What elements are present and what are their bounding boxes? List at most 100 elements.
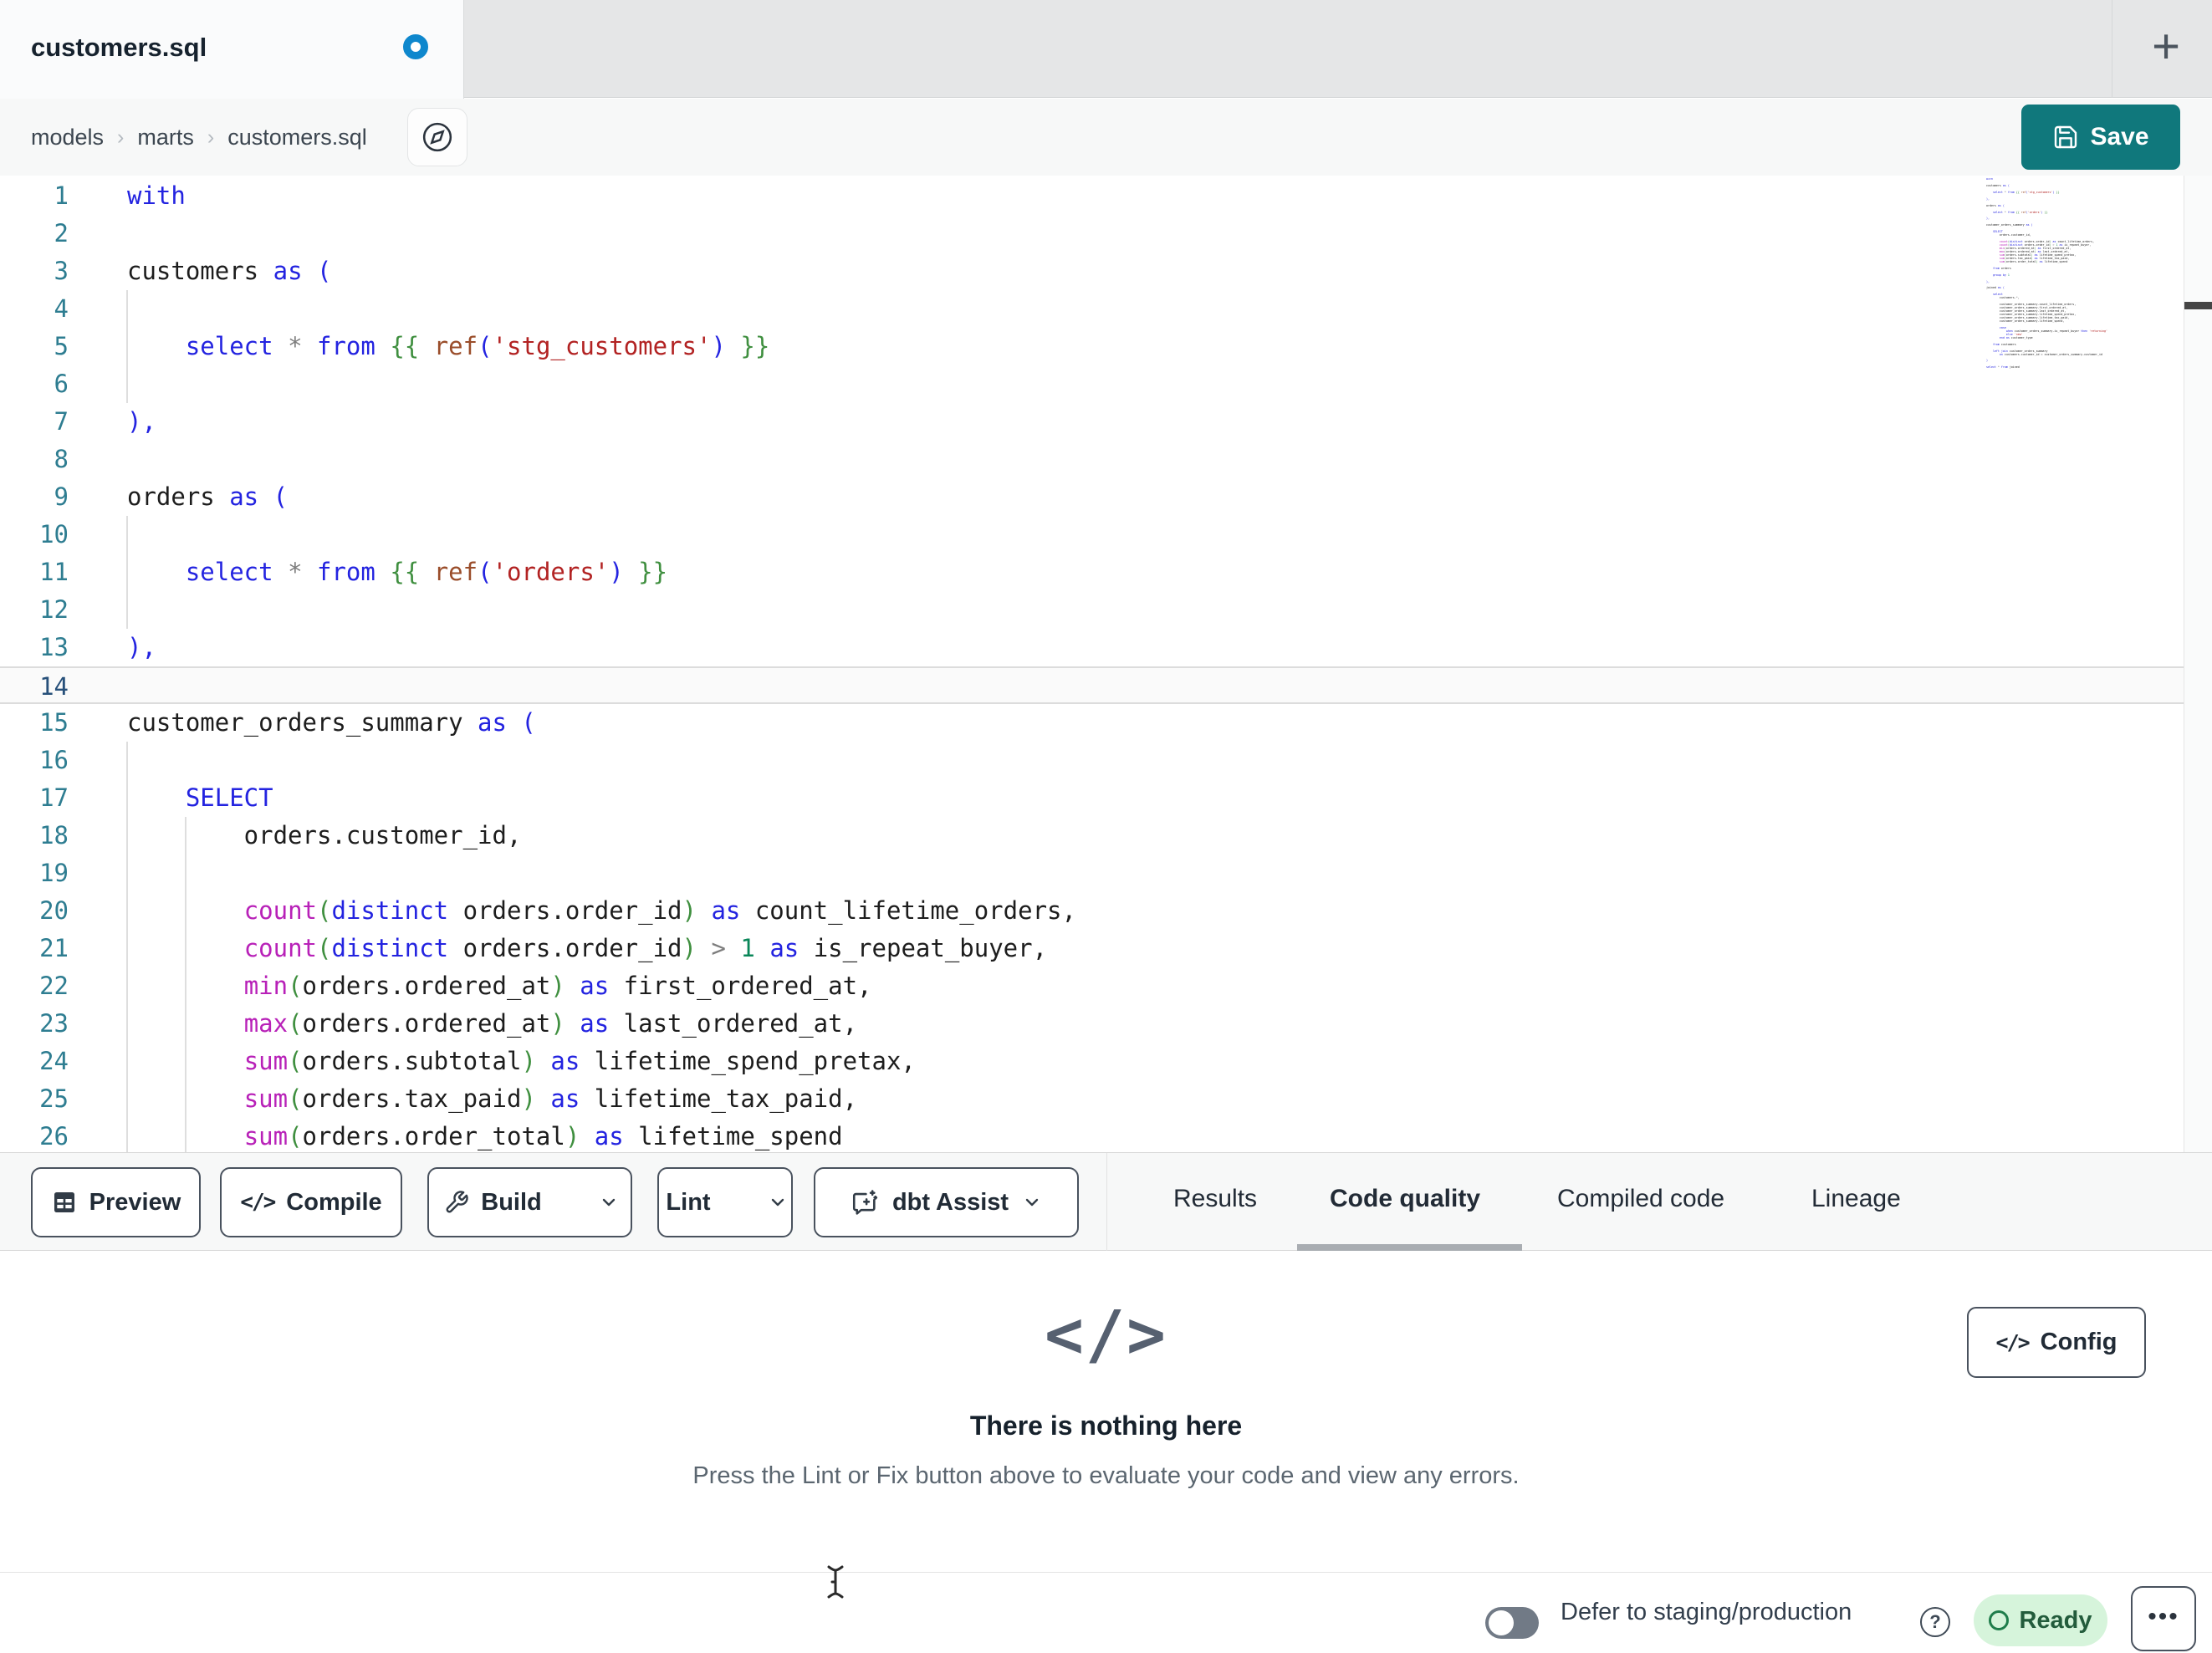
status-badge: Ready <box>1974 1594 2107 1646</box>
code-line[interactable]: 17 SELECT <box>0 779 2184 817</box>
line-number: 7 <box>54 407 69 436</box>
code-line[interactable]: 9 orders as ( <box>0 478 2184 516</box>
line-number: 21 <box>39 934 69 962</box>
breadcrumb-row: models › marts › customers.sql Save <box>0 99 2212 176</box>
more-options-button[interactable]: ••• <box>2131 1586 2196 1651</box>
tab-customers-sql[interactable]: customers.sql <box>0 0 464 99</box>
code-line[interactable]: 11 select * from {{ ref('orders') }} <box>0 554 2184 591</box>
chevron-down-icon <box>1025 1198 1039 1207</box>
line-number: 8 <box>54 445 69 473</box>
code-line-text: customer_orders_summary as ( <box>127 708 536 737</box>
code-line-text: with <box>127 181 186 210</box>
code-line-text: count(distinct orders.order_id) > 1 as i… <box>243 934 1048 962</box>
build-button[interactable]: Build <box>426 1169 560 1236</box>
code-line[interactable]: 18 orders.customer_id, <box>0 817 2184 855</box>
code-line[interactable]: 6 <box>0 365 2184 403</box>
lint-button-label: Lint <box>666 1188 711 1216</box>
defer-toggle[interactable] <box>1485 1607 1539 1639</box>
code-line[interactable]: 22 min(orders.ordered_at) as first_order… <box>0 967 2184 1005</box>
code-line[interactable]: 13), <box>0 629 2184 666</box>
editor-scrollbar[interactable] <box>2184 176 2212 1152</box>
code-line[interactable]: 1 with <box>0 177 2184 215</box>
line-number: 6 <box>54 370 69 398</box>
ready-label: Ready <box>2019 1606 2092 1634</box>
code-line-text: count(distinct orders.order_id) as count… <box>243 896 1076 925</box>
line-number: 20 <box>39 896 69 925</box>
table-icon <box>54 1192 74 1212</box>
action-toolbar: Preview </> Compile Build Lint dbt Assis… <box>0 1152 2212 1251</box>
code-line-text: orders as ( <box>127 482 289 511</box>
code-line[interactable]: 7), <box>0 403 2184 441</box>
code-line[interactable]: 3 customers as ( <box>0 253 2184 290</box>
build-split-button: Build <box>427 1167 632 1237</box>
empty-state-title: There is nothing here <box>969 1411 1243 1441</box>
code-line[interactable]: 14 <box>0 666 2184 704</box>
code-line[interactable]: 4 <box>0 290 2184 328</box>
wrench-icon <box>446 1191 468 1213</box>
code-line[interactable]: 2 <box>0 215 2184 253</box>
breadcrumb-separator: › <box>207 125 215 149</box>
line-number: 26 <box>39 1122 69 1150</box>
dbt-assist-button[interactable]: dbt Assist <box>814 1167 1079 1237</box>
question-circle-icon[interactable]: ? <box>1920 1607 1950 1637</box>
tab-results[interactable]: Results <box>1173 1153 1257 1251</box>
line-number: 14 <box>39 672 69 701</box>
code-line-text: select * from {{ ref('stg_customers') }} <box>185 332 770 360</box>
code-line[interactable]: 5 select * from {{ ref('stg_customers') … <box>0 328 2184 365</box>
preview-button-label: Preview <box>89 1188 181 1216</box>
code-line-text: ), <box>127 407 156 436</box>
code-brackets-icon: </> <box>1995 1330 2031 1355</box>
status-bar: Defer to staging/production ? Ready ••• <box>0 1572 2212 1653</box>
code-line[interactable]: 20 count(distinct orders.order_id) as co… <box>0 892 2184 930</box>
line-number: 10 <box>39 520 69 548</box>
code-line[interactable]: 8 <box>0 441 2184 478</box>
save-button[interactable]: Save <box>2021 105 2180 170</box>
code-line[interactable]: 10 <box>0 516 2184 554</box>
tab-code-quality[interactable]: Code quality <box>1330 1153 1480 1251</box>
breadcrumb-item-models[interactable]: models <box>31 125 104 151</box>
code-brackets-icon: </> <box>240 1190 276 1215</box>
ready-ring-icon <box>1989 1610 2010 1630</box>
lint-dropdown-button[interactable] <box>753 1169 803 1236</box>
preview-button[interactable]: Preview <box>31 1167 201 1237</box>
line-number: 25 <box>39 1084 69 1113</box>
breadcrumb-item-marts[interactable]: marts <box>137 125 194 151</box>
code-line[interactable]: 19 <box>0 855 2184 892</box>
line-number: 5 <box>54 332 69 360</box>
code-line[interactable]: 23 max(orders.ordered_at) as last_ordere… <box>0 1005 2184 1043</box>
code-line[interactable]: 16 <box>0 742 2184 779</box>
toggle-knob <box>1489 1610 1514 1635</box>
lint-button[interactable]: Lint <box>647 1169 728 1236</box>
line-number: 9 <box>54 482 69 511</box>
defer-label: Defer to staging/production <box>1561 1599 1852 1625</box>
config-button[interactable]: </> Config <box>1967 1307 2146 1378</box>
tab-lineage[interactable]: Lineage <box>1811 1153 1901 1251</box>
tab-compiled-code[interactable]: Compiled code <box>1557 1153 1724 1251</box>
new-tab-button[interactable]: + <box>2131 12 2201 85</box>
code-editor[interactable]: 1 with 2 3 customers as ( 4 5 select * from {{… <box>0 177 2184 1152</box>
chevron-down-icon <box>771 1198 784 1207</box>
code-line[interactable]: 12 <box>0 591 2184 629</box>
code-line[interactable]: 24 sum(orders.subtotal) as lifetime_spen… <box>0 1043 2184 1080</box>
code-line[interactable]: 21 count(distinct orders.order_id) > 1 a… <box>0 930 2184 967</box>
save-button-label: Save <box>2090 123 2149 151</box>
code-line-text: max(orders.ordered_at) as last_ordered_a… <box>243 1009 858 1038</box>
chat-sparkle-icon <box>852 1190 878 1215</box>
compile-button[interactable]: </> Compile <box>220 1167 402 1237</box>
config-button-label: Config <box>2040 1329 2117 1355</box>
code-line-text: SELECT <box>185 783 273 812</box>
file-navigate-button[interactable] <box>407 108 467 166</box>
code-line-text: sum(orders.tax_paid) as lifetime_tax_pai… <box>243 1084 858 1113</box>
editor-tab-strip: customers.sql + <box>0 0 2212 99</box>
minimap[interactable]: with customers as ( select * from {{ ref… <box>1986 178 2184 375</box>
breadcrumb: models › marts › customers.sql <box>31 99 367 176</box>
line-number: 22 <box>39 972 69 1000</box>
code-line[interactable]: 26 sum(orders.order_total) as lifetime_s… <box>0 1118 2184 1152</box>
code-line-text: min(orders.ordered_at) as first_ordered_… <box>243 972 872 1000</box>
code-line[interactable]: 15 customer_orders_summary as ( <box>0 704 2184 742</box>
scrollbar-cursor-marker[interactable] <box>2184 302 2212 309</box>
build-dropdown-button[interactable] <box>584 1169 634 1236</box>
code-line[interactable]: 25 sum(orders.tax_paid) as lifetime_tax_… <box>0 1080 2184 1118</box>
tab-title: customers.sql <box>31 33 207 62</box>
line-number: 4 <box>54 294 69 323</box>
